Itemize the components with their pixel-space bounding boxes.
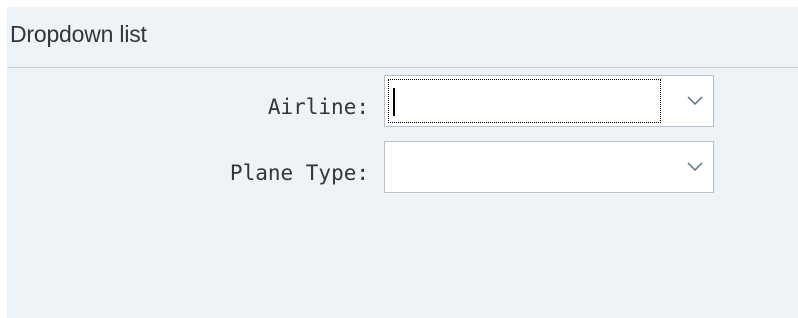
chevron-down-icon[interactable]	[687, 160, 703, 172]
airline-dropdown[interactable]	[384, 75, 714, 127]
dropdown-panel: Dropdown list Airline: Plane Type:	[7, 7, 798, 318]
plane-type-label: Plane Type:	[229, 161, 369, 185]
airline-focus-outline	[388, 79, 661, 123]
airline-label: Airline:	[267, 95, 369, 119]
panel-header: Dropdown list	[7, 7, 798, 68]
plane-type-dropdown[interactable]	[384, 141, 714, 193]
panel-title: Dropdown list	[10, 21, 147, 47]
text-cursor	[393, 88, 395, 116]
chevron-down-icon[interactable]	[687, 94, 703, 106]
